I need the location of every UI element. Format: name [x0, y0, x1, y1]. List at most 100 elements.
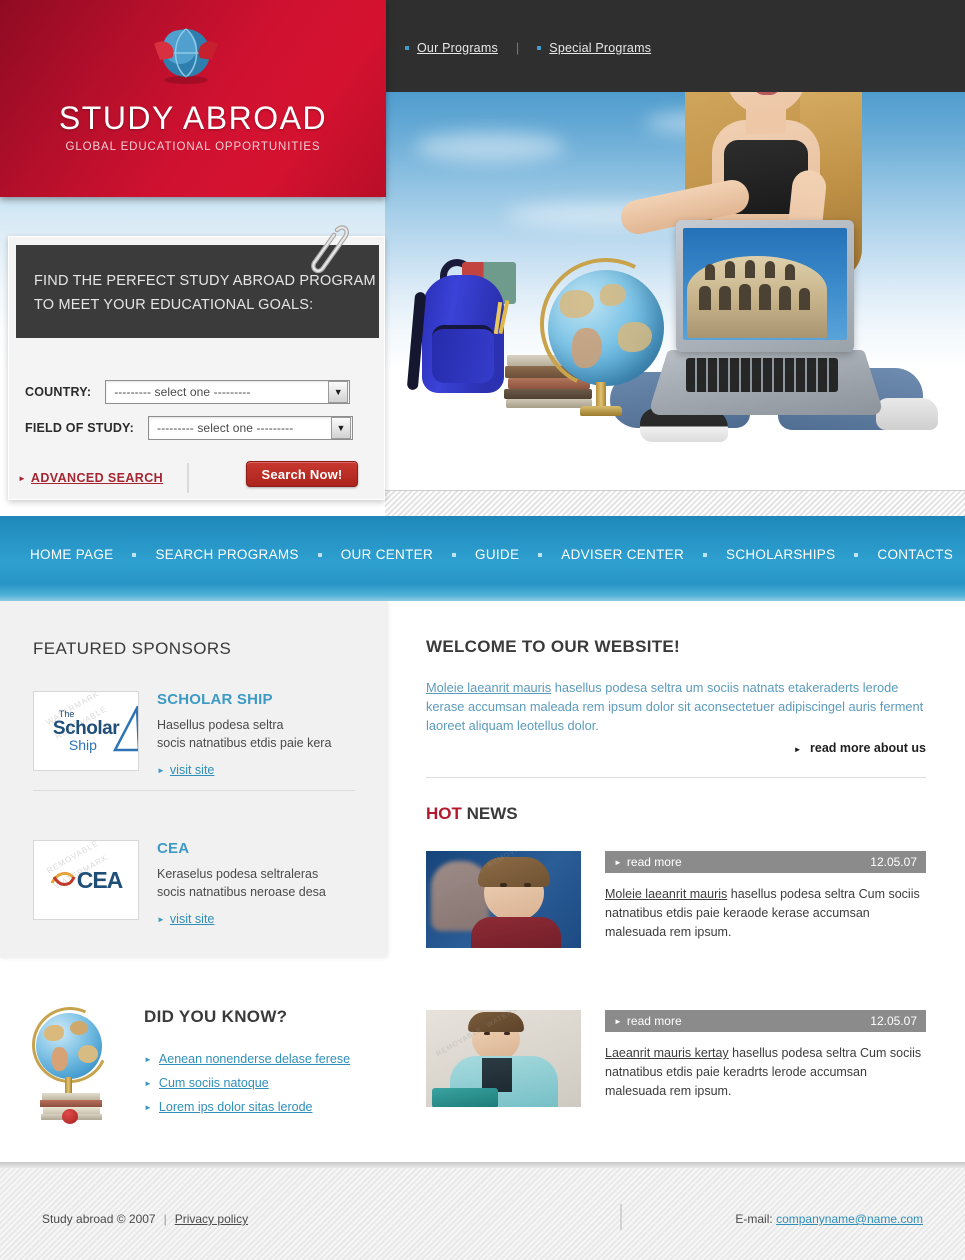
footer-inner: Study abroad © 2007 | Privacy policy E-m… [42, 1212, 923, 1226]
sponsor-visit-row[interactable]: ► visit site [157, 912, 326, 926]
country-select-value: --------- select one --------- [114, 385, 251, 399]
country-field-row: COUNTRY: --------- select one --------- … [25, 380, 351, 404]
chevron-down-icon[interactable]: ▼ [331, 417, 352, 439]
field-of-study-select-value: --------- select one --------- [157, 421, 294, 435]
top-nav-item-special-programs[interactable]: Special Programs [537, 41, 651, 55]
search-now-button[interactable]: Search Now! [246, 461, 358, 487]
sponsor-info: CEA Keraselus podesa seltraleras socis n… [157, 840, 326, 926]
news-read-more-label: read more [626, 1014, 682, 1028]
field-of-study-select[interactable]: --------- select one --------- ▼ [148, 416, 354, 440]
sail-icon [113, 706, 138, 752]
news-read-more[interactable]: ► read more [614, 1014, 682, 1028]
news-content: ► read more 12.05.07 Laeanrit mauris ker… [605, 1010, 926, 1107]
dot-separator-icon [538, 552, 543, 557]
sponsor-logo-cea[interactable]: REMOVABLE WATERMARK CEA [33, 840, 139, 920]
colosseum-arch [699, 286, 711, 310]
chevron-down-icon[interactable]: ▼ [328, 381, 349, 403]
sponsor-visit-row[interactable]: ► visit site [157, 763, 331, 777]
news-inline-link[interactable]: Moleie laeanrit mauris [605, 887, 727, 901]
sponsor-desc-line1: Keraselus podesa seltraleras [157, 867, 319, 881]
main-nav-item-home-page[interactable]: HOME PAGE [30, 547, 113, 562]
news-read-more-bar[interactable]: ► read more 12.05.07 [605, 851, 926, 873]
globe-landmass [572, 328, 602, 368]
triangle-right-icon: ► [144, 1054, 152, 1064]
backpack-pocket [432, 325, 494, 383]
news-body: Laeanrit mauris kertay hasellus podesa s… [605, 1044, 926, 1101]
laptop-screen [683, 228, 847, 340]
news-thumbnail-boy[interactable]: REMOVABLE WATERMARK [426, 1010, 581, 1107]
country-select[interactable]: --------- select one --------- ▼ [105, 380, 351, 404]
read-more-about-us-row[interactable]: ► read more about us [426, 741, 926, 755]
footer-copyright: Study abroad © 2007 [42, 1212, 156, 1226]
bullet-icon [537, 45, 542, 50]
book-stack-item [504, 389, 592, 399]
main-nav: HOME PAGE SEARCH PROGRAMS OUR CENTER GUI… [0, 516, 965, 601]
photo-eye [484, 1032, 490, 1035]
sponsor-desc-line2: socis natnatibus etdis paie kera [157, 736, 332, 750]
brand-title: STUDY ABROAD [58, 100, 328, 136]
book [40, 1100, 102, 1107]
read-more-about-us-link[interactable]: read more about us [810, 741, 926, 755]
privacy-policy-link[interactable]: Privacy policy [175, 1212, 248, 1226]
news-read-more-label: read more [626, 855, 682, 869]
triangle-right-icon: ► [18, 473, 26, 483]
did-you-know-content: DID YOU KNOW? ► Aenean nonenderse delase… [144, 1001, 350, 1143]
book [42, 1093, 100, 1100]
news-date: 12.05.07 [870, 1014, 917, 1028]
paperclip-icon [311, 225, 349, 274]
colosseum-arch [719, 286, 731, 310]
globe-on-books-icon [21, 996, 119, 1143]
main-nav-item-our-center[interactable]: OUR CENTER [341, 547, 433, 562]
main-nav-item-scholarships[interactable]: SCHOLARSHIPS [726, 547, 835, 562]
did-you-know-link[interactable]: Aenean nonenderse delase ferese [159, 1052, 350, 1066]
triangle-right-icon: ► [144, 1102, 152, 1112]
visit-site-link[interactable]: visit site [170, 763, 214, 777]
welcome-inline-link[interactable]: Moleie laeanrit mauris [426, 680, 551, 695]
visit-site-link[interactable]: visit site [170, 912, 214, 926]
top-nav-link[interactable]: Our Programs [417, 41, 498, 55]
did-you-know-link[interactable]: Lorem ips dolor sitas lerode [159, 1100, 313, 1114]
list-item[interactable]: ► Aenean nonenderse delase ferese [144, 1052, 350, 1066]
news-inline-link[interactable]: Laeanrit mauris kertay [605, 1046, 729, 1060]
cloud-shape [415, 132, 565, 162]
book-stack [40, 1093, 102, 1124]
colosseum-arch [725, 261, 735, 278]
advanced-search-link[interactable]: ADVANCED SEARCH [31, 471, 163, 485]
right-column: WELCOME TO OUR WEBSITE! Moleie laeanrit … [426, 601, 926, 1107]
triangle-right-icon: ► [157, 765, 165, 775]
main-nav-item-guide[interactable]: GUIDE [475, 547, 519, 562]
photo-zip [482, 1058, 512, 1092]
did-you-know-list: ► Aenean nonenderse delase ferese ► Cum … [144, 1052, 350, 1114]
student-shoe-right [876, 398, 938, 430]
news-thumbnail-girl[interactable]: WATERMARK REMOVABLE [426, 851, 581, 948]
email-link[interactable]: companyname@name.com [776, 1212, 923, 1226]
main-nav-items: HOME PAGE SEARCH PROGRAMS OUR CENTER GUI… [0, 547, 953, 562]
globe-stem [65, 1077, 72, 1093]
top-nav-link[interactable]: Special Programs [549, 41, 651, 55]
main-nav-item-adviser-center[interactable]: ADVISER CENTER [561, 547, 684, 562]
apple-icon [62, 1109, 78, 1124]
news-read-more[interactable]: ► read more [614, 855, 682, 869]
sponsor-name[interactable]: SCHOLAR SHIP [157, 691, 331, 708]
header-zone: STUDY ABROAD GLOBAL EDUCATIONAL OPPORTUN… [0, 0, 965, 516]
book-stack-item [506, 399, 592, 408]
sponsor-logo-scholar-ship[interactable]: WATERMARK REMOVABLE The Scholar Ship [33, 691, 139, 771]
advanced-search-row: ► ADVANCED SEARCH [18, 463, 213, 493]
sponsor-info: SCHOLAR SHIP Hasellus podesa seltra soci… [157, 691, 331, 777]
did-you-know-link[interactable]: Cum sociis natoque [159, 1076, 269, 1090]
logo-block[interactable]: STUDY ABROAD GLOBAL EDUCATIONAL OPPORTUN… [0, 0, 386, 197]
list-item[interactable]: ► Cum sociis natoque [144, 1076, 350, 1090]
main-nav-item-contacts[interactable]: CONTACTS [877, 547, 953, 562]
photo-eye [504, 1032, 510, 1035]
top-nav-item-our-programs[interactable]: Our Programs [405, 41, 498, 55]
globe-ribbon-icon [154, 28, 218, 84]
list-item[interactable]: ► Lorem ips dolor sitas lerode [144, 1100, 350, 1114]
sponsor-name[interactable]: CEA [157, 840, 326, 857]
sponsor-description: Hasellus podesa seltra socis natnatibus … [157, 716, 331, 752]
main-nav-item-search-programs[interactable]: SEARCH PROGRAMS [155, 547, 298, 562]
sponsor-logo-text-main: Scholar [52, 718, 120, 739]
hero-bottom-strip [385, 490, 965, 516]
dot-separator-icon [703, 552, 708, 557]
triangle-right-icon: ► [793, 745, 802, 754]
news-read-more-bar[interactable]: ► read more 12.05.07 [605, 1010, 926, 1032]
